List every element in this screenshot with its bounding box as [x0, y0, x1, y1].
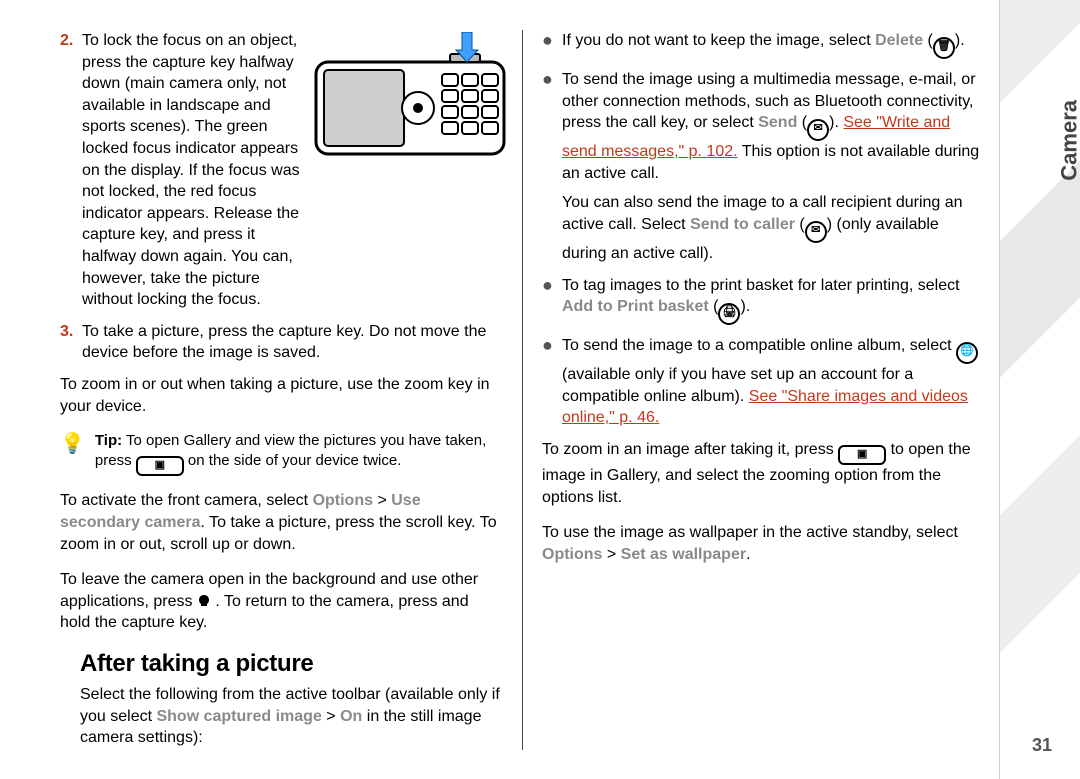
wallpaper-note: To use the image as wallpaper in the act… — [542, 522, 984, 565]
step-number: 3. — [60, 321, 82, 364]
manual-page: 2. To lock the focus on an object, press… — [0, 0, 1000, 779]
envelope-icon: ✉ — [807, 119, 829, 141]
bullet-delete: ● If you do not want to keep the image, … — [542, 30, 984, 59]
bullet-icon: ● — [542, 70, 554, 265]
background-note: To leave the camera open in the backgrou… — [60, 569, 502, 634]
applications-key-icon — [197, 594, 211, 608]
step-number: 2. — [60, 30, 82, 311]
bullet-online-album: ● To send the image to a compatible onli… — [542, 335, 984, 429]
bullet-icon: ● — [542, 336, 554, 429]
tip-icon: 💡 — [60, 434, 85, 454]
zoom-after-note: To zoom in an image after taking it, pre… — [542, 439, 984, 508]
gallery-key-icon: ▣ — [136, 456, 184, 476]
after-intro: Select the following from the active too… — [80, 684, 522, 749]
delete-icon: 🗑 — [933, 37, 955, 59]
globe-icon: 🌐 — [956, 342, 978, 364]
print-basket-icon: 🖨 — [718, 303, 740, 325]
zoom-note: To zoom in or out when taking a picture,… — [60, 374, 502, 417]
gallery-key-icon: ▣ — [838, 445, 886, 465]
section-tab: Camera — [1055, 100, 1080, 181]
step-3: 3. To take a picture, press the capture … — [60, 321, 502, 364]
bullet-icon: ● — [542, 276, 554, 326]
tip-label: Tip: — [95, 432, 122, 449]
bullet-send: ● To send the image using a multimedia m… — [542, 69, 984, 265]
page-number: 31 — [1032, 733, 1052, 757]
tip: 💡 Tip: To open Gallery and view the pict… — [60, 431, 502, 476]
bullet-print-basket: ● To tag images to the print basket for … — [542, 275, 984, 326]
phone-illustration — [310, 32, 510, 167]
section-heading: After taking a picture — [80, 648, 522, 680]
envelope-icon: ✉ — [805, 221, 827, 243]
front-camera-note: To activate the front camera, select Opt… — [60, 490, 502, 555]
tip-body: Tip: To open Gallery and view the pictur… — [95, 431, 502, 476]
step-body: To take a picture, press the capture key… — [82, 321, 502, 364]
bullet-icon: ● — [542, 31, 554, 59]
